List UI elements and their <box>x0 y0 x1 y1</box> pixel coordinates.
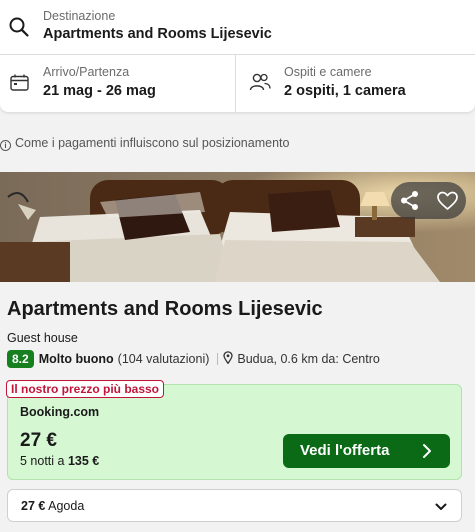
calendar-icon <box>10 74 29 96</box>
ranking-info-text: Come i pagamenti influiscono sul posizio… <box>15 136 290 150</box>
info-icon: i <box>0 140 11 151</box>
chevron-down-icon <box>435 501 447 511</box>
search-icon <box>8 16 30 38</box>
guests-value: 2 ospiti, 1 camera <box>284 83 406 99</box>
divider <box>217 353 219 365</box>
location-pin-icon <box>223 351 234 367</box>
location-text[interactable]: Budua, 0.6 km da: Centro <box>237 352 379 366</box>
search-summary-card: Destinazione Apartments and Rooms Lijese… <box>0 0 475 112</box>
destination-field[interactable]: Destinazione Apartments and Rooms Lijese… <box>0 0 475 55</box>
people-icon <box>249 73 271 96</box>
hotel-name[interactable]: Apartments and Rooms Lijesevic <box>7 298 323 321</box>
guests-field[interactable]: Ospiti e camere 2 ospiti, 1 camera <box>236 55 475 112</box>
dates-value: 21 mag - 26 mag <box>43 83 156 99</box>
property-type: Guest house <box>7 331 78 345</box>
lowest-price-badge: Il nostro prezzo più basso <box>6 380 165 398</box>
destination-label: Destinazione <box>43 9 116 23</box>
alt-offer: 27 € Agoda <box>21 499 84 513</box>
rating-and-location: 8.2 Molto buono (104 valutazioni) Budua,… <box>7 350 380 368</box>
view-deal-button[interactable]: Vedi l'offerta <box>283 434 450 468</box>
review-count[interactable]: (104 valutazioni) <box>118 352 210 366</box>
deal-provider: Booking.com <box>20 405 100 419</box>
share-icon[interactable] <box>391 182 428 219</box>
rating-word: Molto buono <box>38 352 114 366</box>
guests-label: Ospiti e camere <box>284 65 372 79</box>
dates-field[interactable]: Arrivo/Partenza 21 mag - 26 mag <box>0 55 236 112</box>
deal-price: 27 € <box>20 430 57 451</box>
dates-label: Arrivo/Partenza <box>43 65 130 79</box>
heart-icon[interactable] <box>429 182 466 219</box>
other-offers-dropdown[interactable]: 27 € Agoda <box>7 489 462 522</box>
nights-prefix: 5 notti a <box>20 454 65 468</box>
alt-offer-provider: Agoda <box>48 499 85 513</box>
view-deal-label: Vedi l'offerta <box>300 442 390 459</box>
rating-score-badge: 8.2 <box>7 350 34 368</box>
alt-offer-price: 27 € <box>21 499 46 513</box>
deal-total: 5 notti a 135 € <box>20 454 99 468</box>
destination-value: Apartments and Rooms Lijesevic <box>43 26 272 42</box>
nights-total: 135 € <box>67 454 100 468</box>
chevron-right-icon <box>420 443 434 459</box>
ranking-info-link[interactable]: i Come i pagamenti influiscono sul posizi… <box>0 136 289 151</box>
photo-actions <box>391 182 466 219</box>
